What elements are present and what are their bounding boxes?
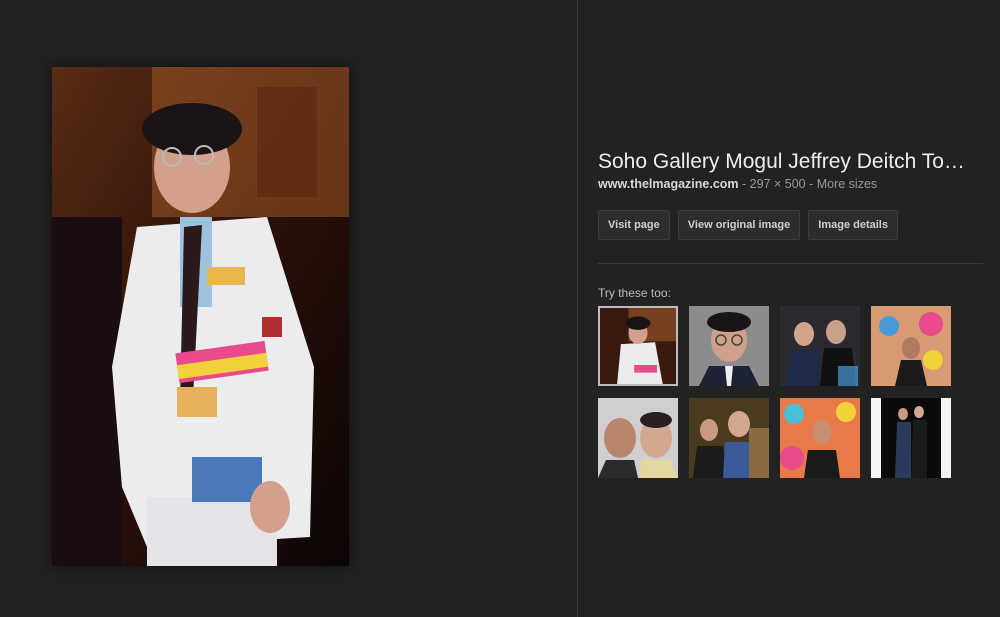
- thumb-image-1: [600, 308, 676, 384]
- result-title[interactable]: Soho Gallery Mogul Jeffrey Deitch To…: [598, 150, 983, 174]
- related-thumb-2[interactable]: [689, 306, 769, 386]
- main-photo: [52, 67, 349, 566]
- thumb-image-4: [871, 306, 951, 386]
- related-thumb-8[interactable]: [871, 398, 951, 478]
- related-label: Try these too:: [598, 286, 671, 300]
- thumb-image-5: [598, 398, 678, 478]
- image-details-button[interactable]: Image details: [808, 210, 898, 240]
- meta-separator: -: [738, 177, 750, 191]
- image-dimensions: 297 × 500: [749, 177, 806, 191]
- thumb-image-6: [689, 398, 769, 478]
- section-divider: [598, 263, 983, 264]
- related-thumb-1[interactable]: [598, 306, 678, 386]
- related-thumb-6[interactable]: [689, 398, 769, 478]
- related-thumb-3[interactable]: [780, 306, 860, 386]
- more-sizes-link[interactable]: More sizes: [817, 177, 877, 191]
- visit-page-button[interactable]: Visit page: [598, 210, 670, 240]
- source-domain-link[interactable]: www.thelmagazine.com: [598, 177, 739, 191]
- thumb-image-8: [871, 398, 951, 478]
- related-thumb-4[interactable]: [871, 306, 951, 386]
- thumb-image-2: [689, 306, 769, 386]
- result-meta: www.thelmagazine.com - 297 × 500 - More …: [598, 177, 988, 191]
- thumb-image-7: [780, 398, 860, 478]
- view-original-image-button[interactable]: View original image: [677, 210, 801, 240]
- meta-separator-2: -: [805, 177, 817, 191]
- result-info: Soho Gallery Mogul Jeffrey Deitch To… ww…: [598, 150, 988, 191]
- main-image[interactable]: [52, 67, 349, 566]
- related-thumb-7[interactable]: [780, 398, 860, 478]
- panel-divider: [577, 0, 578, 617]
- action-buttons: Visit page View original image Image det…: [598, 210, 898, 240]
- related-thumb-5[interactable]: [598, 398, 678, 478]
- thumb-image-3: [780, 306, 860, 386]
- related-thumbnails: [598, 306, 978, 478]
